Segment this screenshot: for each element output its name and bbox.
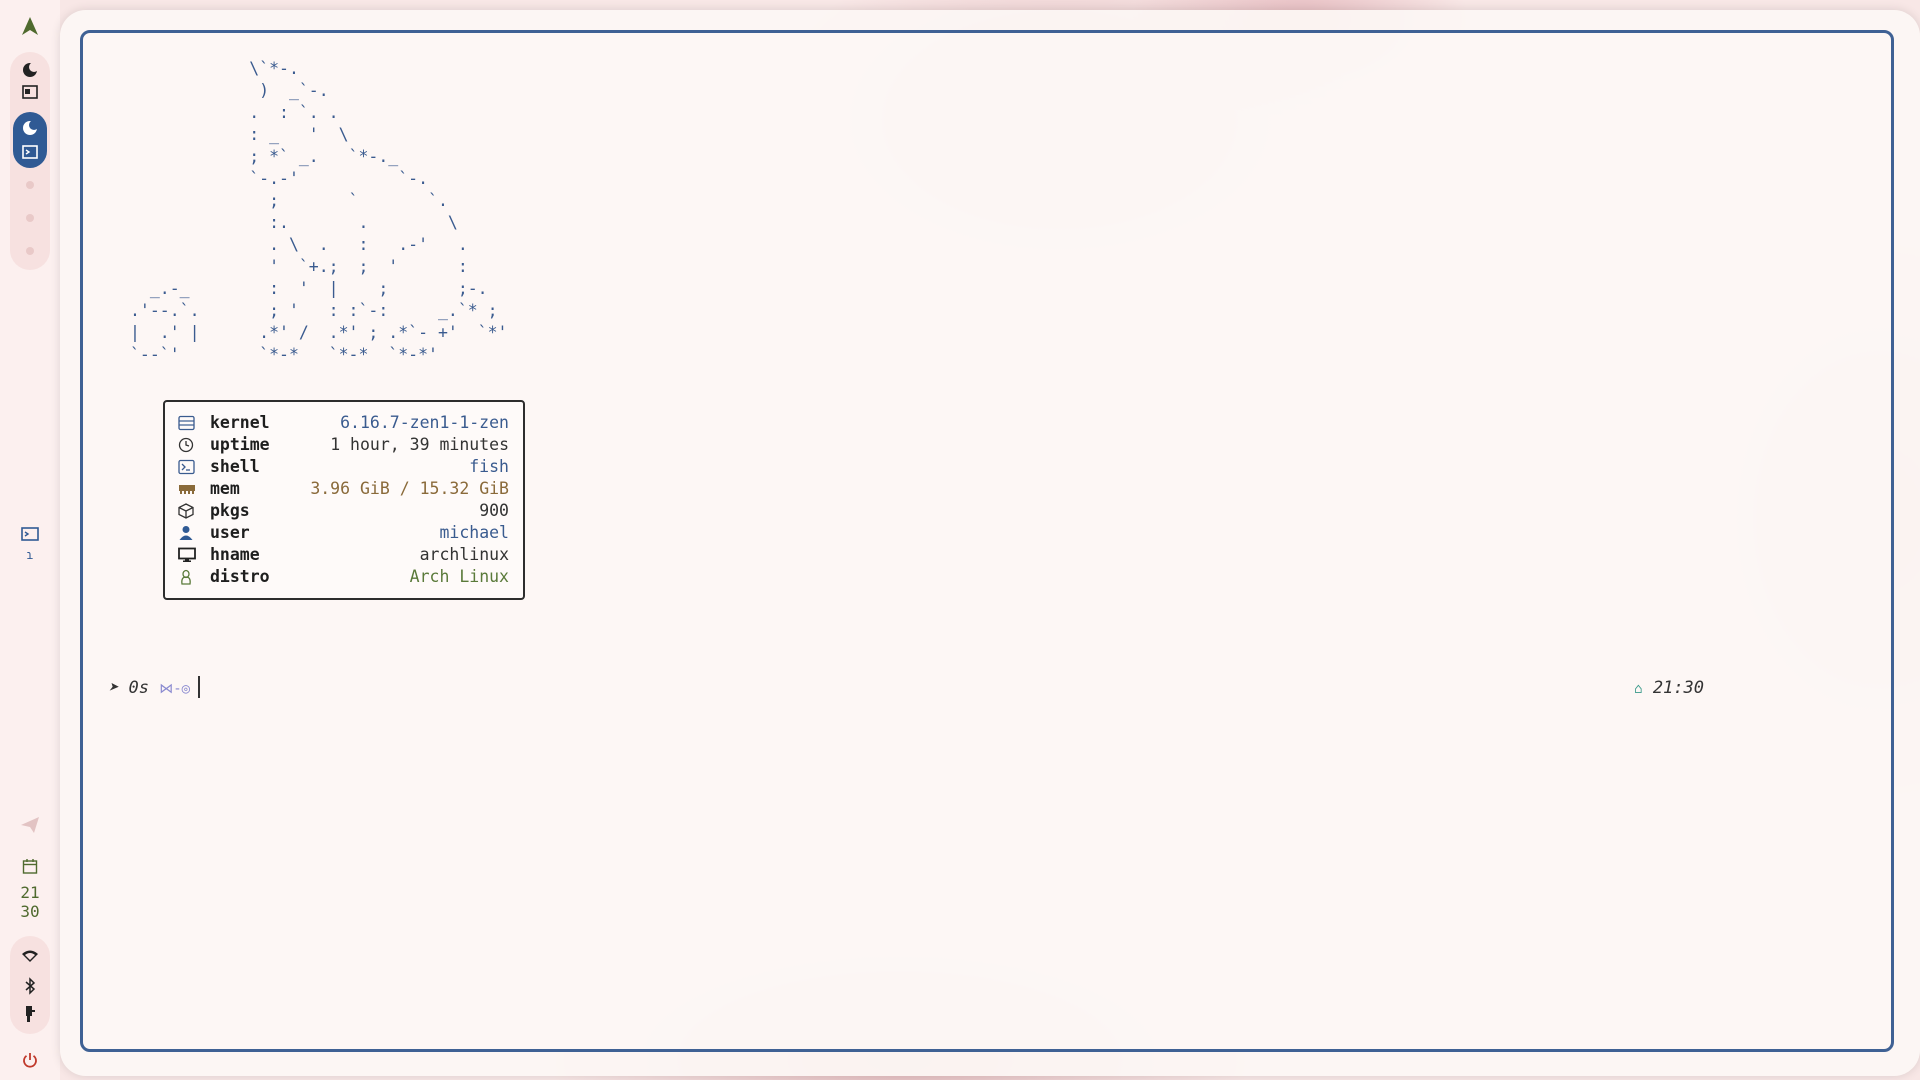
linux-icon [178,569,196,585]
clock-hour: 21 [20,883,40,902]
send-icon[interactable] [0,814,60,836]
fetch-row-hname: hname archlinux [165,544,523,566]
home-icon: ⌂ [1634,681,1643,697]
package-icon [178,503,196,519]
monitor-icon [178,547,196,563]
fetch-key-hname: hname [210,545,260,564]
calendar-icon[interactable] [0,856,60,876]
user-icon [178,525,196,541]
clock-icon [178,437,196,453]
workspace-4-dot[interactable] [26,214,34,222]
workspace-2-terminal-icon [0,142,60,162]
prompt-duration: ➤ 0s [108,678,149,698]
workspace-3-dot[interactable] [26,181,34,189]
wifi-icon[interactable] [0,946,60,966]
fetch-key-pkgs: pkgs [210,501,250,520]
server-icon [178,415,196,431]
fetch-row-user: user michael [165,522,523,544]
fetch-row-pkgs: pkgs 900 [165,500,523,522]
fetch-info-box: kernel 6.16.7-zen1-1-zen uptime 1 hour, … [163,400,525,600]
fetch-row-kernel: kernel 6.16.7-zen1-1-zen [165,412,523,434]
workspace-1-window-icon[interactable] [0,82,60,102]
bluetooth-icon[interactable] [0,976,60,996]
sidebar: ɿ 21 30 [0,0,60,1080]
workspace-1-moon-icon[interactable] [0,60,60,80]
fetch-value-mem: 3.96 GiB / 15.32 GiB [310,479,509,498]
fetch-value-kernel: 6.16.7-zen1-1-zen [340,413,509,432]
ascii-cat-art: \`*-. ) _`-. . : `. . : _ ' \ ; *` _. `*… [130,59,508,364]
fetch-value-shell: fish [469,457,509,476]
prompt-git-status: ⋈-◎ [159,681,191,697]
shell-prompt-left: ➤ 0s ⋈-◎ [108,678,190,698]
arch-logo-icon[interactable] [0,14,60,38]
power-icon[interactable] [0,1050,60,1070]
fetch-value-user: michael [439,523,509,542]
text-cursor [198,676,200,698]
workspace-2-moon-icon [0,118,60,138]
prompt-time: 21:30 [1652,678,1704,698]
fetch-key-mem: mem [210,479,240,498]
fetch-row-distro: distro Arch Linux [165,566,523,588]
shell-prompt-right: ⌂ 21:30 [1634,678,1704,698]
workspace-5-dot[interactable] [26,247,34,255]
focused-window-label: ɿ [26,548,34,562]
fetch-key-shell: shell [210,457,260,476]
fetch-row-mem: mem 3.96 GiB / 15.32 GiB [165,478,523,500]
fetch-row-uptime: uptime 1 hour, 39 minutes [165,434,523,456]
brush-icon[interactable] [0,1004,60,1024]
fetch-value-uptime: 1 hour, 39 minutes [330,435,509,454]
fetch-value-pkgs: 900 [479,501,509,520]
memory-icon [178,481,196,497]
clock-minute: 30 [20,902,40,921]
fetch-value-hname: archlinux [419,545,509,564]
fetch-key-kernel: kernel [210,413,270,432]
fetch-value-distro: Arch Linux [409,567,509,586]
fetch-row-shell: shell fish [165,456,523,478]
fetch-key-uptime: uptime [210,435,270,454]
terminal-icon [178,459,196,475]
focused-window-terminal-icon[interactable] [0,524,60,544]
fetch-key-user: user [210,523,250,542]
fetch-key-distro: distro [210,567,270,586]
